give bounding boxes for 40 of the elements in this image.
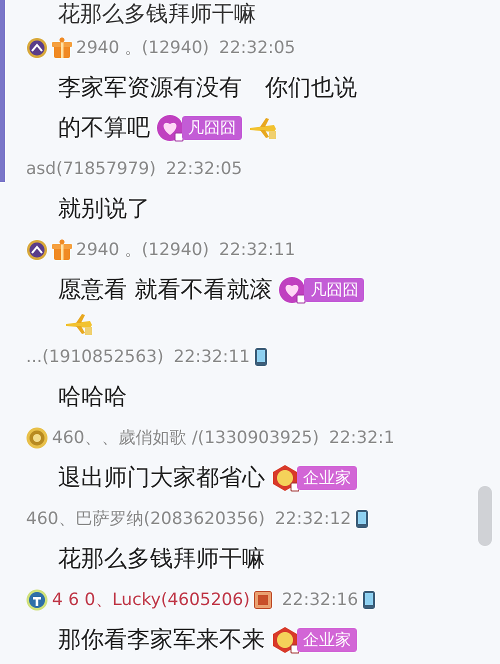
timestamp: 22:32:11 [219, 240, 296, 260]
message-text: 那你看李家军来不来 [58, 626, 265, 655]
phone-icon [355, 508, 370, 528]
level-badge-icon [26, 426, 48, 448]
message-text: 哈哈哈 [58, 383, 127, 412]
plane-icon [248, 116, 278, 140]
phone-icon [254, 346, 268, 366]
level-badge-icon [26, 36, 48, 58]
plane-icon [64, 312, 94, 336]
message-text: 花那么多钱拜师干嘛 [58, 545, 265, 574]
message-text: 的不算吧 [58, 114, 150, 143]
timestamp: 22:32:05 [166, 158, 242, 178]
title-tag: 凡囧囧 [182, 116, 242, 140]
message-text: 花那么多钱拜师干嘛 [57, 1, 257, 27]
title-tag: 凡囧囧 [304, 278, 364, 302]
level-badge-icon [26, 238, 48, 260]
message-text: 退出师门大家都省心 [58, 464, 265, 493]
level-badge-icon [26, 588, 48, 610]
sender-name: 2940 。(12940) [76, 37, 210, 59]
gift-icon [52, 36, 72, 58]
sender-name: 4 6 0、Lucky(4605206) [52, 589, 250, 611]
timestamp: 22:32:12 [274, 508, 352, 528]
timestamp: 22:32:11 [174, 346, 250, 366]
timestamp: 22:32:1 [329, 428, 395, 448]
title-tag: 企业家 [297, 466, 357, 490]
scrollbar-thumb[interactable] [478, 486, 492, 546]
phone-icon [362, 590, 376, 610]
message-text: 李家军资源有没有 你们也说 [58, 74, 357, 103]
sender-name: 2940 。(12940) [76, 239, 210, 261]
role-badge-icon [254, 590, 272, 608]
sender-name: 460、、歲俏如歌 ∕(1330903925) [52, 427, 320, 449]
sender-name: asd(71857979) [26, 158, 156, 178]
timestamp: 22:32:05 [219, 38, 296, 58]
sender-name: ...(1910852563) [26, 346, 164, 366]
message-text: 愿意看 就看不看就滚 [58, 276, 272, 305]
timestamp: 22:32:16 [282, 590, 358, 610]
title-tag: 企业家 [297, 628, 357, 652]
message-text: 就别说了 [58, 195, 150, 224]
gift-icon [52, 238, 72, 260]
sender-name: 460、巴萨罗纳(2083620356) [26, 508, 265, 530]
